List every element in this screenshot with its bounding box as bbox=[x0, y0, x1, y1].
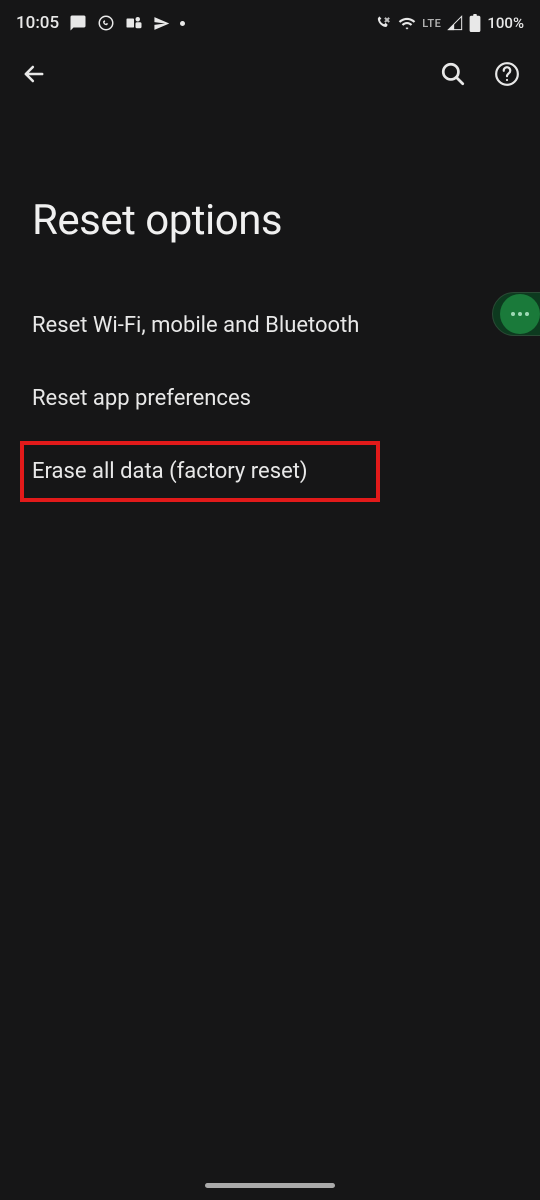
toolbar bbox=[0, 42, 540, 106]
page-title: Reset options bbox=[0, 106, 540, 289]
notification-dot-icon bbox=[180, 21, 185, 26]
option-erase-all-data[interactable]: Erase all data (factory reset) bbox=[20, 441, 380, 502]
teams-icon bbox=[125, 15, 143, 31]
options-list: Reset Wi-Fi, mobile and Bluetooth Reset … bbox=[0, 289, 540, 502]
dots-icon bbox=[525, 312, 529, 316]
wifi-icon bbox=[398, 16, 416, 31]
signal-icon bbox=[447, 15, 463, 31]
back-button[interactable] bbox=[20, 60, 48, 88]
status-time: 10:05 bbox=[16, 13, 59, 33]
battery-icon bbox=[469, 14, 481, 32]
status-bar: 10:05 LTE 100% bbox=[0, 0, 540, 42]
wifi-calling-icon bbox=[375, 15, 392, 32]
dots-icon bbox=[511, 312, 515, 316]
send-icon bbox=[153, 15, 170, 32]
status-left: 10:05 bbox=[16, 13, 185, 33]
chat-icon bbox=[69, 14, 87, 32]
status-right: LTE 100% bbox=[375, 14, 524, 32]
whatsapp-icon bbox=[97, 14, 115, 32]
search-button[interactable] bbox=[440, 61, 466, 87]
battery-percent: 100% bbox=[487, 14, 524, 32]
navigation-handle[interactable] bbox=[205, 1183, 335, 1188]
option-reset-app-preferences[interactable]: Reset app preferences bbox=[32, 362, 508, 435]
option-label: Erase all data (factory reset) bbox=[32, 459, 308, 484]
help-button[interactable] bbox=[494, 61, 520, 87]
dots-icon bbox=[518, 312, 522, 316]
option-label: Reset app preferences bbox=[32, 386, 251, 411]
option-reset-wifi-mobile-bluetooth[interactable]: Reset Wi-Fi, mobile and Bluetooth bbox=[32, 289, 508, 362]
overflow-menu-button[interactable] bbox=[492, 292, 540, 336]
lte-label: LTE bbox=[422, 17, 441, 30]
option-label: Reset Wi-Fi, mobile and Bluetooth bbox=[32, 313, 359, 338]
